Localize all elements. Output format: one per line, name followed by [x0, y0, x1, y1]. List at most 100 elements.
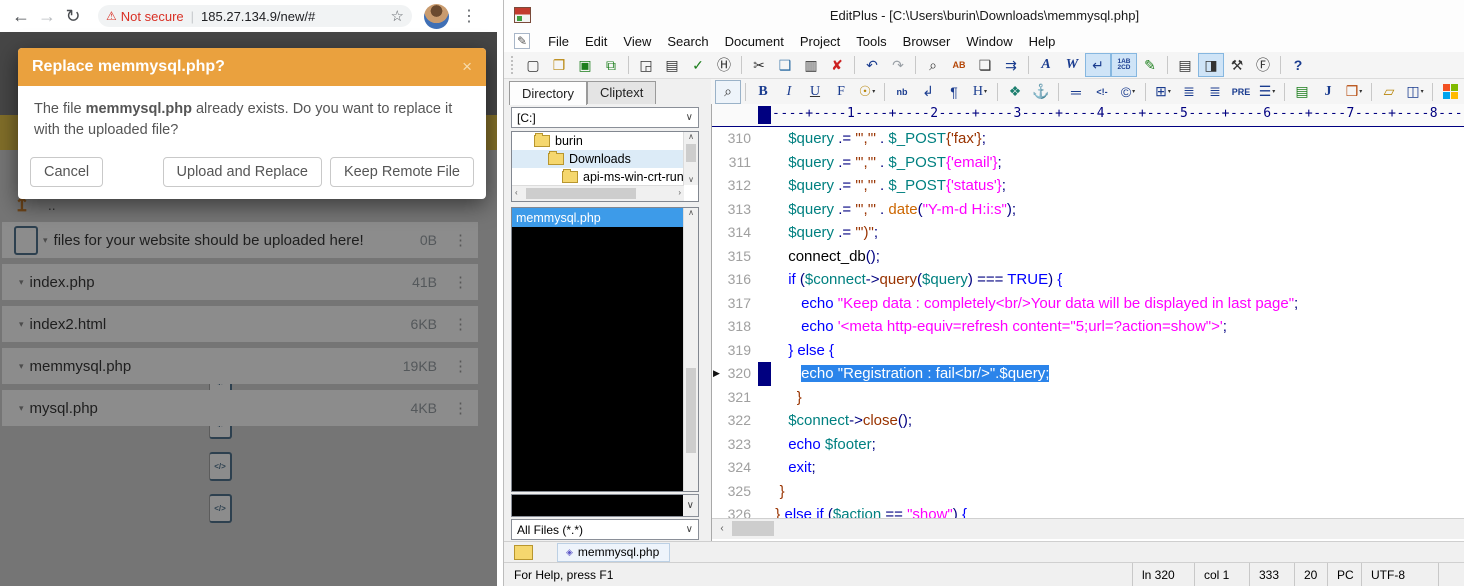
- tab-directory[interactable]: Directory: [509, 81, 587, 105]
- objects-icon[interactable]: ❒▾: [1341, 80, 1367, 104]
- indent-icon[interactable]: ⇉: [998, 53, 1024, 77]
- menu-tools[interactable]: Tools: [848, 34, 894, 49]
- tools-icon[interactable]: ⚒: [1224, 53, 1250, 77]
- chevron-down-icon[interactable]: ∨: [681, 112, 698, 123]
- close-icon[interactable]: ×: [462, 57, 472, 77]
- upload-and-replace-button[interactable]: Upload and Replace: [163, 157, 322, 187]
- menu-edit[interactable]: Edit: [577, 34, 615, 49]
- code-line-325[interactable]: 325}: [712, 480, 1464, 504]
- browser-preview-icon[interactable]: ⌕: [715, 80, 741, 104]
- file-filter-select[interactable]: All Files (*.*) ∨: [511, 519, 699, 540]
- special-char-icon[interactable]: ©▾: [1115, 80, 1141, 104]
- tab-cliptext[interactable]: Cliptext: [587, 81, 656, 104]
- code-line-319[interactable]: 319} else {: [712, 339, 1464, 363]
- code-line-320[interactable]: 320▶echo "Registration : fail<br/>".$que…: [712, 362, 1464, 386]
- browser-menu-icon[interactable]: ⋮: [461, 6, 477, 26]
- scroll-left-icon[interactable]: ‹: [714, 521, 730, 536]
- font-w-icon[interactable]: W: [1059, 53, 1085, 77]
- paragraph-icon[interactable]: ¶: [941, 80, 967, 104]
- cancel-button[interactable]: Cancel: [30, 157, 103, 187]
- function-list-icon[interactable]: Ⓕ: [1250, 53, 1276, 77]
- tree-item-downloads[interactable]: Downloads: [512, 150, 698, 168]
- colors-icon[interactable]: [1437, 80, 1463, 104]
- globe-icon[interactable]: ☉▾: [854, 80, 880, 104]
- java-icon[interactable]: J: [1315, 80, 1341, 104]
- copy-block-icon[interactable]: ❏: [972, 53, 998, 77]
- drive-select[interactable]: [C:] ∨: [511, 107, 699, 128]
- reload-icon[interactable]: ↻: [60, 6, 86, 27]
- code-line-323[interactable]: 323echo $footer;: [712, 433, 1464, 457]
- spell-check-icon[interactable]: ✓: [685, 53, 711, 77]
- chevron-down-icon[interactable]: ∨: [683, 495, 698, 516]
- code-line-312[interactable]: 312$query .= "','" . $_POST{'status'};: [712, 174, 1464, 198]
- align-center-icon[interactable]: ≣: [1176, 80, 1202, 104]
- menu-search[interactable]: Search: [659, 34, 716, 49]
- menu-view[interactable]: View: [615, 34, 659, 49]
- undo-icon[interactable]: ↶: [859, 53, 885, 77]
- print-icon[interactable]: ▤: [659, 53, 685, 77]
- menu-document[interactable]: Document: [717, 34, 792, 49]
- cut-icon[interactable]: ✂: [746, 53, 772, 77]
- copy-icon[interactable]: ❑: [772, 53, 798, 77]
- tree-item-api-ms[interactable]: api-ms-win-crt-runtim: [512, 168, 698, 186]
- chevron-down-icon[interactable]: ∨: [681, 524, 698, 535]
- frame-icon[interactable]: ◫▾: [1402, 80, 1428, 104]
- paste-icon[interactable]: ▥: [798, 53, 824, 77]
- heading-icon[interactable]: H▾: [967, 80, 993, 104]
- script-icon[interactable]: ▤: [1289, 80, 1315, 104]
- menu-file[interactable]: File: [540, 34, 577, 49]
- code-line-310[interactable]: 310$query .= "','" . $_POST{'fax'};: [712, 127, 1464, 151]
- redo-icon[interactable]: ↷: [885, 53, 911, 77]
- font-tag-icon[interactable]: F: [828, 80, 854, 104]
- open-file-icon[interactable]: ❐: [546, 53, 572, 77]
- menu-browser[interactable]: Browser: [895, 34, 959, 49]
- code-line-315[interactable]: 315connect_db();: [712, 245, 1464, 269]
- tree-item-burin[interactable]: burin: [512, 132, 698, 150]
- profile-avatar[interactable]: [424, 4, 449, 29]
- save-all-icon[interactable]: ⧉: [598, 53, 624, 77]
- code-editor[interactable]: ----+----1----+----2----+----3----+----4…: [711, 104, 1464, 541]
- comment-icon[interactable]: <!-: [1089, 80, 1115, 104]
- code-line-322[interactable]: 322$connect->close();: [712, 409, 1464, 433]
- code-line-321[interactable]: 321}: [712, 386, 1464, 410]
- bookmark-star-icon[interactable]: ☆: [391, 7, 404, 25]
- code-line-317[interactable]: 317echo "Keep data : completely<br/>Your…: [712, 292, 1464, 316]
- new-document-icon[interactable]: ▢: [520, 53, 546, 77]
- pre-icon[interactable]: PRE: [1228, 80, 1254, 104]
- bold-icon[interactable]: B: [750, 80, 776, 104]
- code-line-324[interactable]: 324exit;: [712, 456, 1464, 480]
- code-line-314[interactable]: 314$query .= "')";: [712, 221, 1464, 245]
- code-line-311[interactable]: 311$query .= "','" . $_POST{'email'};: [712, 151, 1464, 175]
- tree-horizontal-scrollbar[interactable]: ‹›: [512, 185, 684, 201]
- back-icon[interactable]: ←: [8, 6, 34, 27]
- filelist-vertical-scrollbar[interactable]: ∧: [683, 208, 698, 491]
- editor-horizontal-scrollbar[interactable]: ‹: [712, 518, 1464, 539]
- menu-help[interactable]: Help: [1021, 34, 1064, 49]
- folder-open-icon[interactable]: ▱: [1376, 80, 1402, 104]
- directory-panel-icon[interactable]: ◨: [1198, 53, 1224, 77]
- code-line-313[interactable]: 313$query .= "','" . date("Y-m-d H:i:s")…: [712, 198, 1464, 222]
- nbsp-icon[interactable]: nb: [889, 80, 915, 104]
- word-wrap-icon[interactable]: ↵: [1085, 53, 1111, 77]
- align-right-icon[interactable]: ≣: [1202, 80, 1228, 104]
- image-icon[interactable]: ❖: [1002, 80, 1028, 104]
- code-line-326[interactable]: 326} else if ($action == "show") {: [712, 503, 1464, 518]
- tree-vertical-scrollbar[interactable]: ∧∨: [683, 132, 698, 185]
- save-icon[interactable]: ▣: [572, 53, 598, 77]
- replace-icon[interactable]: AB: [946, 53, 972, 77]
- convert-case-icon[interactable]: 1AB 2CD: [1111, 53, 1137, 77]
- print-preview-icon[interactable]: ◲: [633, 53, 659, 77]
- menu-project[interactable]: Project: [792, 34, 848, 49]
- folder-icon[interactable]: [514, 545, 533, 560]
- anchor-icon[interactable]: ⚓: [1028, 80, 1054, 104]
- code-line-316[interactable]: 316if ($connect->query($query) === TRUE)…: [712, 268, 1464, 292]
- delete-icon[interactable]: ✘: [824, 53, 850, 77]
- menu-window[interactable]: Window: [958, 34, 1020, 49]
- keep-remote-file-button[interactable]: Keep Remote File: [330, 157, 474, 187]
- context-help-icon[interactable]: ?: [1285, 53, 1311, 77]
- redacted-combobox[interactable]: ∨: [511, 494, 699, 517]
- url-text[interactable]: 185.27.134.9/new/#: [201, 9, 387, 24]
- selected-file-item[interactable]: memmysql.php: [512, 208, 684, 227]
- code-line-318[interactable]: 318echo '<meta http-equiv=refresh conten…: [712, 315, 1464, 339]
- find-icon[interactable]: ⌕: [920, 53, 946, 77]
